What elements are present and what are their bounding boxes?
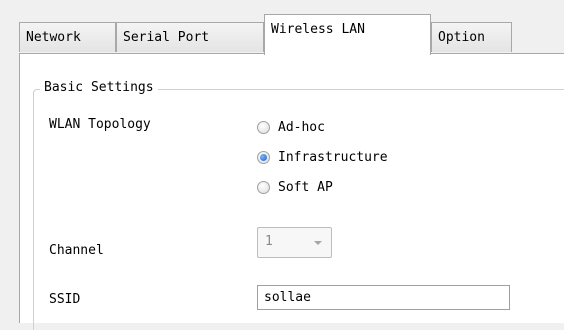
radio-infrastructure[interactable]: Infrastructure [257,148,388,166]
radio-ad-hoc[interactable]: Ad-hoc [257,118,325,136]
radio-soft-ap[interactable]: Soft AP [257,178,333,196]
radio-circle-icon[interactable] [257,180,270,194]
tab-wireless-lan[interactable]: Wireless LAN [264,14,431,55]
ssid-label: SSID [49,292,81,307]
tab-network[interactable]: Network [19,22,116,52]
basic-settings-title: Basic Settings [40,80,158,95]
tab-strip: Network Serial Port Wireless LAN Option [0,0,564,55]
channel-label: Channel [49,243,104,258]
wlan-topology-label: WLAN Topology [49,117,151,132]
tab-serial-port[interactable]: Serial Port [116,22,264,52]
radio-circle-icon[interactable] [257,120,270,134]
radio-soft-ap-label: Soft AP [278,179,333,195]
radio-checked-icon[interactable] [257,150,270,164]
tab-option[interactable]: Option [431,22,512,52]
radio-ad-hoc-label: Ad-hoc [278,119,325,135]
channel-select-value: 1 [265,234,273,249]
radio-infrastructure-label: Infrastructure [278,149,388,165]
ssid-input[interactable] [257,285,510,310]
chevron-down-icon [314,241,322,245]
channel-select: 1 [257,227,332,258]
